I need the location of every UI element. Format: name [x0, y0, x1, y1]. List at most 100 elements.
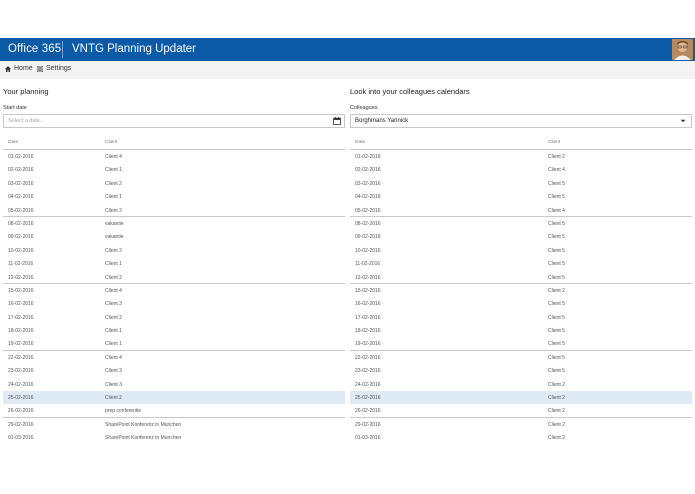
- row-date: 02-02-2016: [8, 167, 34, 174]
- row-client: SharePoint Konferenz in Munchen: [105, 435, 182, 442]
- row-date: 16-02-2016: [355, 301, 381, 308]
- column-header-date[interactable]: Date: [8, 140, 18, 145]
- row-date: 23-02-2016: [8, 368, 34, 375]
- row-client: Client 2: [548, 421, 565, 428]
- table-row[interactable]: 03-02-2016 Client 5: [350, 177, 692, 190]
- row-date: 08-02-2016: [355, 220, 381, 227]
- calendar-icon[interactable]: [333, 117, 341, 125]
- table-row[interactable]: 05-02-2016 Client 4: [350, 204, 692, 217]
- table-row[interactable]: 11-02-2016 Client 1: [3, 257, 345, 270]
- row-date: 11-02-2016: [8, 261, 34, 268]
- row-client: Client 3: [105, 381, 122, 388]
- table-body: 01-02-2016 Client 2 02-02-2016 Client 4 03-0…: [350, 150, 692, 445]
- table-row[interactable]: 08-02-2016 vakantie: [3, 217, 345, 230]
- table-row[interactable]: 26-02-2016 Client 2: [350, 404, 692, 418]
- office365-brand[interactable]: Office 365: [8, 43, 61, 55]
- row-client: Client 5: [548, 180, 565, 187]
- table-row[interactable]: 22-02-2016 Client 4: [3, 351, 345, 364]
- row-date: 03-02-2016: [355, 180, 381, 187]
- table-row[interactable]: 10-02-2016 Client 2: [3, 244, 345, 257]
- row-client: Client 5: [548, 234, 565, 241]
- row-date: 17-02-2016: [8, 314, 34, 321]
- table-row[interactable]: 12-02-2016 Client 2: [3, 271, 345, 284]
- table-header: Date Client: [350, 136, 692, 150]
- table-row[interactable]: 01-03-2016 Client 2: [350, 431, 692, 444]
- row-client: Client 2: [105, 247, 122, 254]
- table-row[interactable]: 26-02-2016 prep conferentie: [3, 404, 345, 418]
- row-date: 01-02-2016: [8, 154, 34, 160]
- table-row[interactable]: 23-02-2016 Client 3: [3, 364, 345, 377]
- row-client: Client 1: [105, 167, 122, 174]
- table-row[interactable]: 01-03-2016 SharePoint Konferenz in Munche…: [3, 431, 345, 444]
- row-date: 16-02-2016: [8, 301, 34, 308]
- column-header-client[interactable]: Client: [105, 140, 117, 145]
- row-client: Client 2: [548, 287, 565, 294]
- row-client: Client 2: [105, 395, 122, 402]
- table-row[interactable]: 16-02-2016 Client 5: [350, 297, 692, 310]
- row-date: 05-02-2016: [8, 207, 34, 214]
- column-header-client[interactable]: Client: [548, 140, 560, 145]
- table-row[interactable]: 11-02-2016 Client 5: [350, 257, 692, 270]
- table-row[interactable]: 09-02-2016 vakantie: [3, 230, 345, 243]
- colleagues-label: Colleagues: [350, 105, 378, 111]
- table-row[interactable]: 29-02-2016 Client 2: [350, 418, 692, 431]
- row-date: 18-02-2016: [355, 328, 381, 335]
- table-row[interactable]: 01-02-2016 Client 2: [350, 150, 692, 163]
- colleague-select[interactable]: Borghmans Yannick: [350, 114, 692, 128]
- row-date: 11-02-2016: [355, 261, 381, 268]
- table-row[interactable]: 18-02-2016 Client 5: [350, 324, 692, 337]
- home-icon: [5, 65, 11, 72]
- table-row[interactable]: 22-02-2016 Client 5: [350, 351, 692, 364]
- row-client: Client 5: [548, 328, 565, 335]
- row-client: Client 2: [548, 435, 565, 442]
- table-row[interactable]: 24-02-2016 Client 3: [3, 378, 345, 391]
- table-row[interactable]: 17-02-2016 Client 2: [3, 311, 345, 324]
- table-row[interactable]: 02-02-2016 Client 1: [3, 163, 345, 176]
- nav-settings-link[interactable]: Settings: [37, 65, 71, 72]
- row-client: Client 4: [105, 354, 122, 361]
- table-row[interactable]: 16-02-2016 Client 3: [3, 297, 345, 310]
- table-row[interactable]: 25-02-2016 Client 2: [3, 391, 345, 405]
- app-title[interactable]: VNTG Planning Updater: [72, 43, 196, 55]
- user-avatar[interactable]: [672, 39, 693, 60]
- table-row[interactable]: 09-02-2016 Client 5: [350, 230, 692, 243]
- row-date: 05-02-2016: [355, 207, 381, 214]
- start-date-picker[interactable]: Select a date...: [3, 114, 345, 128]
- table-row[interactable]: 18-02-2016 Client 1: [3, 324, 345, 337]
- row-date: 18-02-2016: [8, 328, 34, 335]
- table-row[interactable]: 03-02-2016 Client 2: [3, 177, 345, 190]
- table-row[interactable]: 24-02-2016 Client 2: [350, 378, 692, 391]
- row-client: Client 5: [548, 354, 565, 361]
- colleagues-table: Date Client 01-02-2016 Client 2 02-02-2016…: [350, 136, 692, 445]
- table-row[interactable]: 12-02-2016 Client 5: [350, 271, 692, 284]
- table-row[interactable]: 19-02-2016 Client 5: [350, 337, 692, 351]
- column-header-date[interactable]: Date: [355, 140, 365, 145]
- row-client: vakantie: [105, 220, 124, 227]
- table-row[interactable]: 10-02-2016 Client 5: [350, 244, 692, 257]
- row-client: Client 2: [105, 314, 122, 321]
- table-row[interactable]: 08-02-2016 Client 5: [350, 217, 692, 230]
- table-row[interactable]: 17-02-2016 Client 5: [350, 311, 692, 324]
- row-date: 02-02-2016: [355, 167, 381, 174]
- table-row[interactable]: 25-02-2016 Client 2: [350, 391, 692, 405]
- row-client: Client 5: [548, 368, 565, 375]
- row-date: 19-02-2016: [8, 341, 34, 348]
- row-client: Client 2: [105, 180, 122, 187]
- table-row[interactable]: 23-02-2016 Client 5: [350, 364, 692, 377]
- suite-bar-divider: [62, 41, 63, 58]
- table-row[interactable]: 01-02-2016 Client 4: [3, 150, 345, 163]
- table-row[interactable]: 04-02-2016 Client 1: [3, 190, 345, 203]
- table-row[interactable]: 04-02-2016 Client 5: [350, 190, 692, 203]
- row-date: 15-02-2016: [8, 287, 34, 294]
- row-date: 29-02-2016: [8, 421, 34, 428]
- table-row[interactable]: 19-02-2016 Client 1: [3, 337, 345, 351]
- nav-home-link[interactable]: Home: [5, 65, 33, 72]
- table-row[interactable]: 15-02-2016 Client 2: [350, 284, 692, 297]
- row-client: Client 1: [105, 261, 122, 268]
- row-date: 26-02-2016: [355, 408, 381, 415]
- row-client: Client 5: [548, 314, 565, 321]
- table-row[interactable]: 29-02-2016 SharePoint Konferenz in Munche…: [3, 418, 345, 431]
- table-row[interactable]: 05-02-2016 Client 2: [3, 204, 345, 217]
- table-row[interactable]: 15-02-2016 Client 4: [3, 284, 345, 297]
- table-row[interactable]: 02-02-2016 Client 4: [350, 163, 692, 176]
